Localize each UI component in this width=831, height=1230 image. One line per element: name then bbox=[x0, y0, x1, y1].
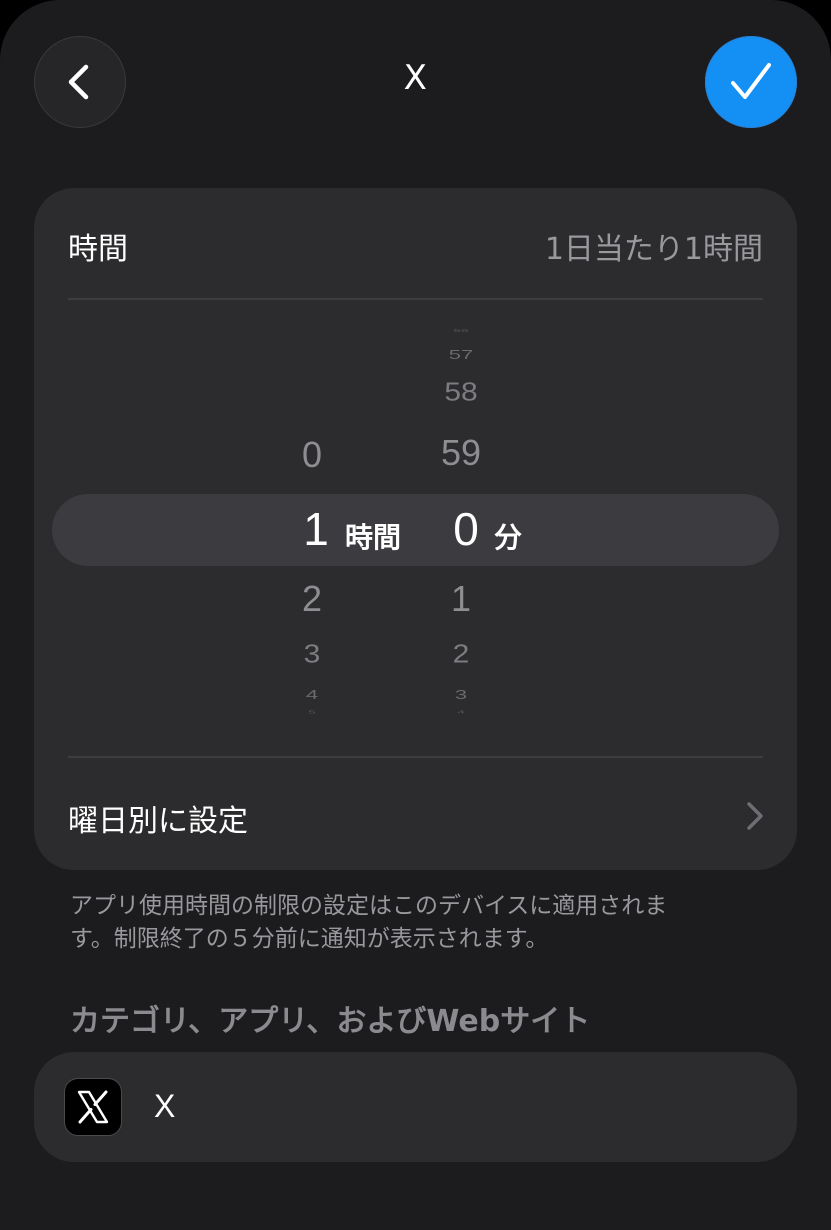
hours-option[interactable]: 4 bbox=[272, 687, 352, 703]
time-value: 1日当たり1時間 bbox=[544, 232, 763, 267]
weekday-label: 曜日別に設定 bbox=[68, 804, 248, 839]
done-button[interactable] bbox=[705, 36, 797, 128]
hours-option[interactable]: 0 bbox=[272, 434, 352, 476]
footnote-text: アプリ使用時間の制限の設定はこのデバイスに適用されます。制限終了の５分前に通知が… bbox=[70, 893, 668, 952]
time-limit-card: 時間 1日当たり1時間 0 1 時間 2 3 4 5 56 57 58 59 0… bbox=[34, 188, 797, 870]
time-picker[interactable]: 0 1 時間 2 3 4 5 56 57 58 59 0 分 1 2 3 4 bbox=[34, 327, 797, 718]
minutes-option[interactable]: 58 bbox=[421, 379, 501, 408]
chevron-right-icon bbox=[747, 802, 763, 830]
hours-selected[interactable]: 1 bbox=[276, 502, 356, 556]
divider bbox=[68, 298, 763, 300]
minutes-option[interactable]: 56 bbox=[421, 327, 501, 333]
time-label: 時間 bbox=[68, 232, 128, 267]
checkmark-icon bbox=[731, 63, 771, 99]
minutes-option[interactable]: 4 bbox=[421, 710, 501, 715]
hours-option[interactable]: 2 bbox=[272, 578, 352, 620]
hours-option[interactable]: 3 bbox=[272, 641, 352, 670]
minutes-option[interactable]: 57 bbox=[421, 347, 501, 363]
app-list-item[interactable]: X bbox=[34, 1052, 797, 1162]
minutes-option[interactable]: 3 bbox=[421, 687, 501, 703]
hours-unit-label: 時間 bbox=[345, 521, 402, 554]
picker-selection-highlight bbox=[52, 494, 779, 566]
minutes-option[interactable]: 1 bbox=[421, 578, 501, 620]
weekday-settings-row[interactable]: 曜日別に設定 bbox=[34, 758, 797, 870]
minutes-option[interactable]: 2 bbox=[421, 641, 501, 670]
time-row[interactable]: 時間 1日当たり1時間 bbox=[34, 188, 797, 300]
app-limit-sheet: X 時間 1日当たり1時間 0 1 時間 2 3 4 5 56 57 58 59… bbox=[0, 0, 831, 1230]
minutes-option[interactable]: 59 bbox=[421, 432, 501, 474]
minutes-unit-label: 分 bbox=[494, 521, 523, 554]
x-logo-icon bbox=[64, 1078, 122, 1136]
section-header: カテゴリ、アプリ、およびWebサイト bbox=[70, 1004, 591, 1039]
app-name: X bbox=[154, 1088, 176, 1124]
hours-option[interactable]: 5 bbox=[272, 710, 352, 715]
